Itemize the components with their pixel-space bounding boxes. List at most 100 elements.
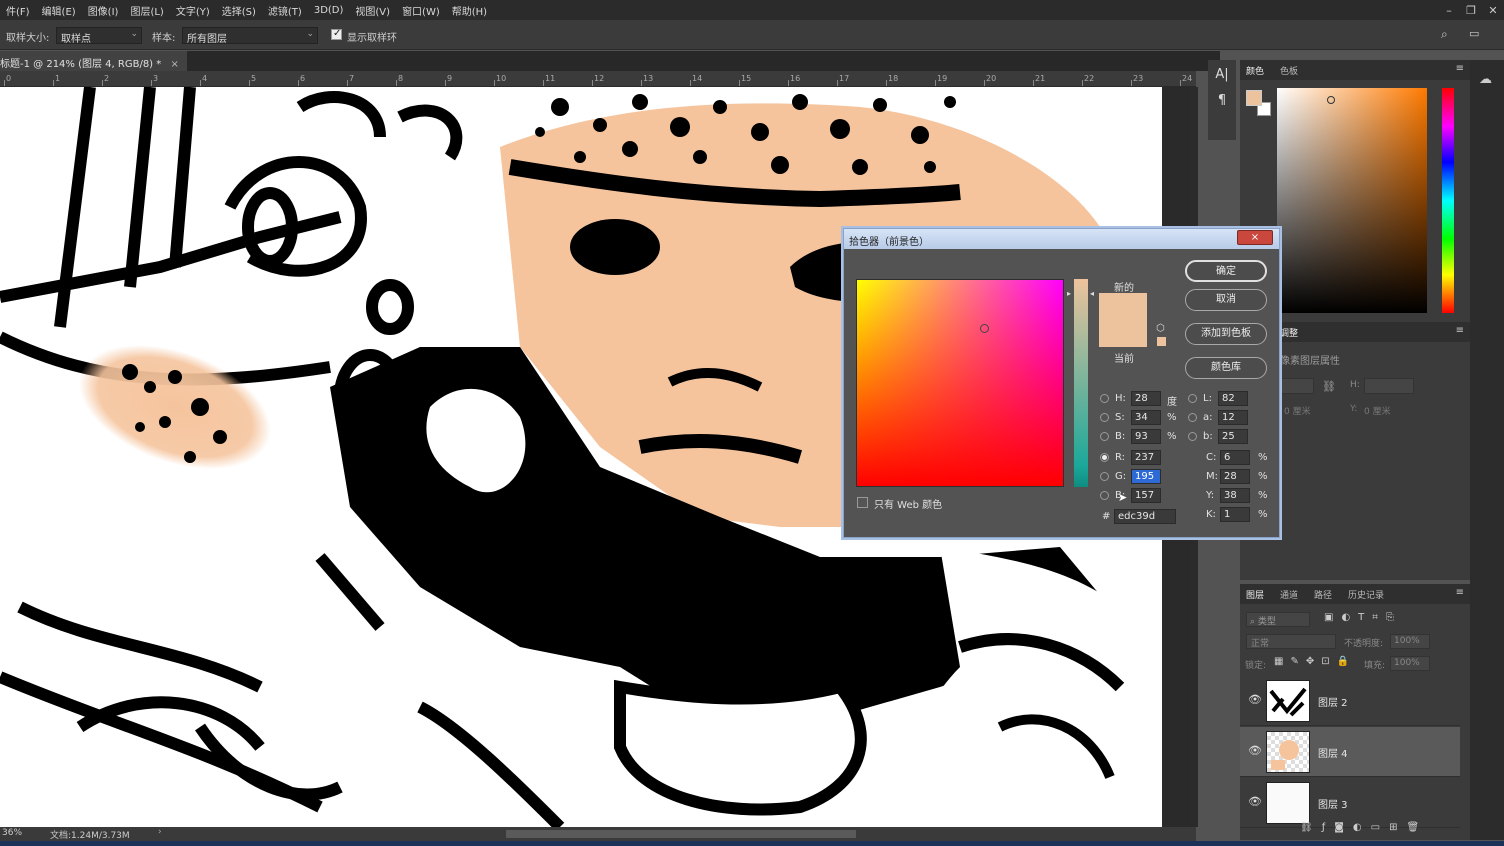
cancel-button[interactable]: 取消 (1185, 289, 1267, 311)
menu-item-7[interactable]: 3D(D) (308, 5, 350, 16)
sb-color-field[interactable] (856, 279, 1064, 487)
blue-radio[interactable] (1100, 491, 1109, 500)
a-radio[interactable] (1188, 413, 1197, 422)
layer-name[interactable]: 图层 2 (1318, 694, 1348, 709)
foreground-swatch[interactable] (1246, 90, 1262, 106)
h-input[interactable]: 28 (1131, 391, 1161, 406)
paragraph-panel-icon[interactable]: ¶ (1208, 90, 1236, 112)
panel-menu-icon[interactable]: ≡ (1456, 63, 1464, 74)
slider-left-arrow[interactable]: ▸ (1067, 289, 1071, 298)
y-value: 0 厘米 (1364, 407, 1391, 417)
tab-channels[interactable]: 通道 (1280, 588, 1298, 601)
menu-item-4[interactable]: 文字(Y) (170, 3, 216, 18)
close-tab-icon[interactable]: × (170, 59, 178, 70)
g-input[interactable]: 195 (1131, 469, 1161, 484)
color-slider[interactable] (1074, 279, 1088, 487)
lab-b-radio[interactable] (1188, 432, 1197, 441)
layer-row[interactable]: 👁 图层 2 (1240, 676, 1460, 726)
lab-b-input[interactable]: 25 (1218, 429, 1248, 444)
color-field[interactable] (1277, 88, 1427, 313)
close-icon[interactable]: ✕ (1482, 4, 1504, 17)
sb-cursor[interactable] (980, 324, 989, 333)
a-input[interactable]: 12 (1218, 410, 1248, 425)
s-input[interactable]: 34 (1131, 410, 1161, 425)
h-radio[interactable] (1100, 394, 1109, 403)
r-radio[interactable] (1100, 453, 1109, 462)
visibility-eye-icon[interactable]: 👁 (1248, 744, 1262, 757)
r-input[interactable]: 237 (1131, 450, 1161, 465)
hue-slider[interactable] (1442, 88, 1454, 313)
layer-filter-select[interactable]: ⌕ 类型 (1246, 612, 1310, 627)
chevron-right-icon[interactable]: › (158, 827, 162, 837)
restore-icon[interactable]: ❐ (1460, 4, 1482, 17)
g-radio[interactable] (1100, 472, 1109, 481)
width-field[interactable] (1280, 378, 1314, 394)
cloud-icon[interactable]: ☁ (1479, 72, 1492, 87)
minimize-icon[interactable]: – (1438, 4, 1460, 17)
color-cursor[interactable] (1327, 96, 1335, 104)
workspace-icon[interactable]: ▭ (1469, 27, 1479, 40)
menu-item-3[interactable]: 图层(L) (124, 3, 169, 18)
document-tab[interactable]: 标题-1 @ 214% (图层 4, RGB/8) * × (0, 51, 187, 71)
tab-paths[interactable]: 路径 (1314, 588, 1332, 601)
sample-size-select[interactable]: 取样点 ⌄ (56, 27, 142, 45)
k-input[interactable]: 1 (1220, 507, 1250, 522)
l-radio[interactable] (1188, 394, 1197, 403)
lock-icons[interactable]: ▦✎✥⊡🔒 (1274, 656, 1356, 667)
b-radio[interactable] (1100, 432, 1109, 441)
layer-name[interactable]: 图层 3 (1318, 796, 1348, 811)
fill-field[interactable]: 100% (1390, 656, 1430, 671)
tab-adjustments[interactable]: 调整 (1280, 326, 1298, 339)
slider-right-arrow[interactable]: ◂ (1090, 289, 1094, 298)
hex-input[interactable]: edc39d (1114, 509, 1176, 524)
y-input[interactable]: 38 (1220, 488, 1250, 503)
ok-button[interactable]: 确定 (1185, 260, 1267, 282)
character-panel-icon[interactable]: A| (1208, 64, 1236, 86)
panel-menu-icon[interactable]: ≡ (1456, 325, 1464, 336)
ruler-tick (935, 80, 936, 86)
layer-name[interactable]: 图层 4 (1318, 745, 1348, 760)
menu-item-0[interactable]: 件(F) (0, 3, 36, 18)
tab-history[interactable]: 历史记录 (1348, 588, 1384, 601)
opacity-field[interactable]: 100% (1390, 634, 1430, 649)
menu-item-6[interactable]: 滤镜(T) (262, 3, 308, 18)
tab-color[interactable]: 颜色 (1246, 64, 1264, 77)
add-to-swatches-button[interactable]: 添加到色板 (1185, 323, 1267, 345)
search-icon[interactable]: ⌕ (1441, 27, 1448, 42)
menu-item-1[interactable]: 编辑(E) (36, 3, 82, 18)
m-input[interactable]: 28 (1220, 469, 1250, 484)
layer-row[interactable]: 👁 图层 3 (1240, 778, 1460, 828)
layer-actions[interactable]: ⛓ƒ◙◐▭⊞🗑 (1300, 822, 1428, 833)
tab-layers[interactable]: 图层 (1246, 588, 1264, 601)
menu-item-2[interactable]: 图像(I) (82, 3, 125, 18)
menu-item-10[interactable]: 帮助(H) (446, 3, 493, 18)
height-field[interactable] (1364, 378, 1414, 394)
horizontal-scrollbar[interactable] (506, 830, 856, 838)
panel-menu-icon[interactable]: ≡ (1456, 587, 1464, 598)
tab-swatches[interactable]: 色板 (1280, 64, 1298, 77)
b-input[interactable]: 93 (1131, 429, 1161, 444)
blend-mode-select[interactable]: 正常 (1246, 634, 1336, 649)
color-libraries-button[interactable]: 颜色库 (1185, 357, 1267, 379)
zoom-level[interactable]: 36% (2, 828, 22, 838)
dialog-close-button[interactable]: × (1237, 230, 1273, 245)
sample-select[interactable]: 所有图层 ⌄ (182, 27, 318, 45)
c-input[interactable]: 6 (1220, 450, 1250, 465)
link-icon[interactable]: ⛓ (1322, 380, 1336, 393)
layer-row[interactable]: 👁 图层 4 (1240, 727, 1460, 777)
cube-icon[interactable]: ⬡ (1156, 323, 1165, 334)
visibility-eye-icon[interactable]: 👁 (1248, 693, 1262, 706)
web-safe-swatch[interactable] (1157, 337, 1166, 346)
tool-strip: A| ¶ (1208, 60, 1236, 140)
s-radio[interactable] (1100, 413, 1109, 422)
l-input[interactable]: 82 (1218, 391, 1248, 406)
show-ring-checkbox[interactable] (331, 28, 342, 40)
current-color-swatch[interactable] (1099, 320, 1147, 347)
web-only-checkbox[interactable] (857, 497, 868, 508)
visibility-eye-icon[interactable]: 👁 (1248, 795, 1262, 808)
blue-input[interactable]: 157 (1131, 488, 1161, 503)
menu-item-9[interactable]: 窗口(W) (396, 3, 446, 18)
menu-item-5[interactable]: 选择(S) (216, 3, 262, 18)
layer-filter-icons[interactable]: ▣◐T⌗⎘ (1324, 612, 1402, 623)
menu-item-8[interactable]: 视图(V) (349, 3, 396, 18)
